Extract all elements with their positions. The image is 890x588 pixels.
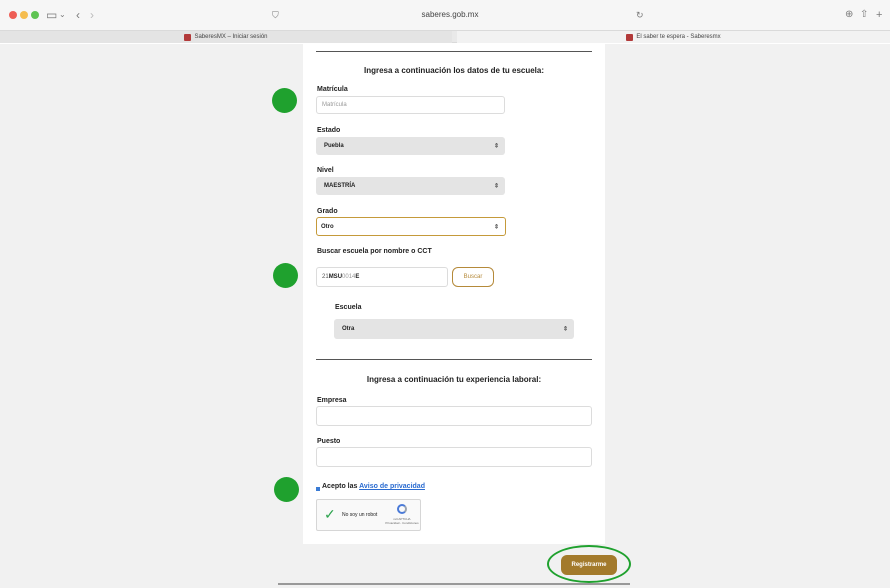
new-tab-icon[interactable]: +	[876, 7, 882, 23]
escuela-value: Otra	[342, 326, 355, 332]
recaptcha-widget[interactable]: ✓ No soy un robot reCAPTCHA Privacidad -…	[316, 499, 421, 531]
favicon-icon	[626, 33, 634, 41]
annotation-dot	[273, 263, 298, 288]
empresa-input[interactable]	[316, 406, 592, 426]
estado-value: Puebla	[324, 143, 344, 149]
address-bar[interactable]: saberes.gob.mx	[100, 6, 800, 24]
forward-icon[interactable]: ›	[90, 7, 94, 23]
reload-icon[interactable]: ↻	[636, 7, 644, 23]
favicon-icon	[184, 33, 192, 41]
share-icon[interactable]: ⇧	[860, 7, 868, 23]
escuela-label: Escuela	[335, 304, 362, 311]
empresa-label: Empresa	[317, 397, 347, 404]
captcha-brand: reCAPTCHA Privacidad - Condiciones	[385, 517, 419, 525]
select-arrows-icon: ⇕	[493, 143, 499, 150]
register-button[interactable]: Registrarme	[561, 555, 617, 575]
estado-select[interactable]: Puebla ⇕	[316, 137, 505, 155]
select-arrows-icon: ⇕	[562, 326, 568, 333]
form-card	[303, 44, 605, 544]
privacy-link[interactable]: Aviso de privacidad	[359, 483, 425, 490]
close-window-button[interactable]	[9, 11, 17, 19]
school-section-title: Ingresa a continuación los datos de tu e…	[363, 66, 545, 75]
captcha-label: No soy un robot	[342, 512, 378, 518]
privacy-text: Acepto las Aviso de privacidad	[322, 483, 425, 490]
grado-label: Grado	[317, 208, 338, 215]
search-button[interactable]: Buscar	[452, 267, 494, 287]
grado-select[interactable]: Otro ⇕	[316, 217, 506, 236]
browser-titlebar: ▭ ⌄ ‹ › ⛉ saberes.gob.mx ↻ ⊕ ⇧ +	[0, 0, 890, 30]
puesto-input[interactable]	[316, 447, 592, 467]
estado-label: Estado	[317, 127, 341, 134]
scroll-indicator	[278, 583, 630, 585]
annotation-dot	[274, 477, 299, 502]
divider	[316, 51, 592, 52]
nivel-value: MAESTRÍA	[324, 183, 356, 189]
select-arrows-icon: ⇕	[493, 183, 499, 190]
tab-label: El saber te espera - Saberesmx	[636, 34, 721, 40]
matricula-label: Matrícula	[317, 86, 348, 93]
school-search-input[interactable]: 21 MSU 0014 E	[316, 267, 448, 287]
search-label: Buscar escuela por nombre o CCT	[317, 248, 432, 255]
tab-bar: SaberesMX – Iniciar sesión El saber te e…	[0, 30, 890, 43]
tab-saberes-home[interactable]: El saber te espera - Saberesmx	[457, 31, 890, 43]
download-icon[interactable]: ⊕	[845, 7, 853, 23]
tab-saberes-login[interactable]: SaberesMX – Iniciar sesión	[0, 31, 452, 43]
puesto-label: Puesto	[317, 438, 341, 445]
sidebar-icon[interactable]: ▭	[46, 7, 57, 23]
chevron-down-icon[interactable]: ⌄	[59, 7, 66, 23]
select-arrows-icon: ⇕	[493, 224, 499, 230]
back-icon[interactable]: ‹	[76, 7, 80, 23]
maximize-window-button[interactable]	[31, 11, 39, 19]
tab-label: SaberesMX – Iniciar sesión	[194, 34, 268, 40]
escuela-select[interactable]: Otra ⇕	[334, 319, 574, 339]
work-section-title: Ingresa a continuación tu experiencia la…	[366, 375, 542, 384]
minimize-window-button[interactable]	[20, 11, 28, 19]
matricula-input[interactable]: Matrícula	[316, 96, 505, 114]
divider	[316, 359, 592, 360]
grado-value: Otro	[321, 223, 334, 230]
annotation-dot	[272, 88, 297, 113]
privacy-checkbox[interactable]	[316, 487, 320, 491]
checkmark-icon[interactable]: ✓	[324, 507, 336, 521]
nivel-select[interactable]: MAESTRÍA ⇕	[316, 177, 505, 195]
nivel-label: Nivel	[317, 167, 334, 174]
recaptcha-logo-icon	[397, 504, 407, 514]
